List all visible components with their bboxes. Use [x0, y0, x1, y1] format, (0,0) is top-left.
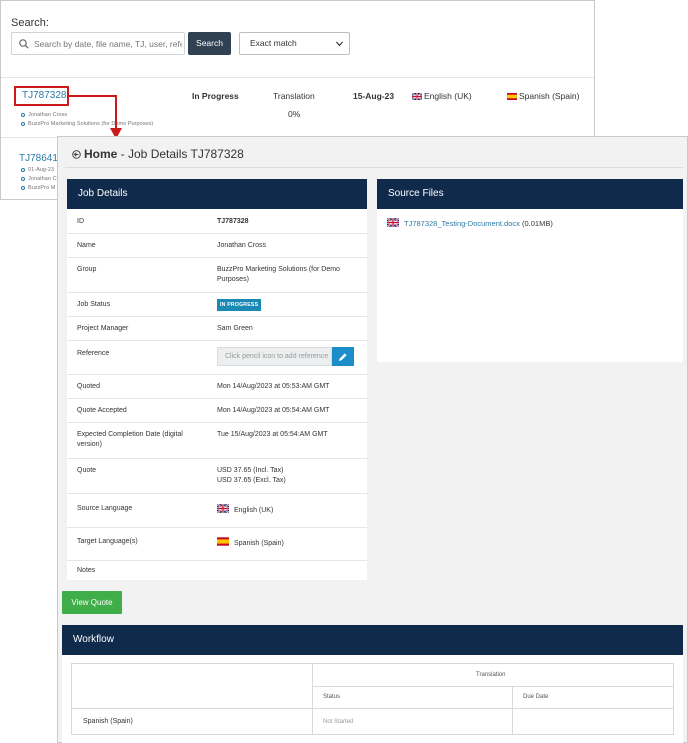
search-button[interactable]: Search	[188, 32, 231, 55]
detail-row-quoted: Quoted Mon 14/Aug/2023 at 05:53:AM GMT	[67, 375, 367, 399]
workflow-col-due-date: Due Date	[523, 694, 549, 700]
detail-row-quote-accepted: Quote Accepted Mon 14/Aug/2023 at 05:54:…	[67, 399, 367, 423]
spain-flag-icon	[507, 93, 517, 101]
job-id-link[interactable]: TJ78641	[19, 153, 58, 164]
workflow-row-status: Not Started	[323, 719, 354, 725]
source-file-link[interactable]: TJ787328_Testing-Document.docx	[404, 219, 520, 228]
bullet-icon	[21, 185, 25, 190]
chevron-down-icon	[336, 41, 343, 47]
workflow-group-header: Translation	[476, 672, 506, 678]
match-mode-select[interactable]: Exact match	[239, 32, 350, 55]
job-details-header: Job Details	[67, 179, 367, 209]
detail-row-group: Group BuzzPro Marketing Solutions (for D…	[67, 258, 367, 293]
job-status: In Progress	[192, 91, 239, 101]
detail-row-name: Name Jonathan Cross	[67, 234, 367, 258]
detail-row-completion-date: Expected Completion Date (digital versio…	[67, 423, 367, 459]
back-arrow-icon[interactable]	[72, 150, 81, 159]
bullet-icon	[21, 167, 25, 172]
divider	[1, 77, 594, 78]
detail-row-id: ID TJ787328	[67, 209, 367, 234]
source-file-item: TJ787328_Testing-Document.docx (0.01MB)	[387, 218, 553, 228]
job-meta-group: BuzzPro M	[21, 185, 55, 191]
match-mode-value: Exact match	[250, 38, 297, 48]
spain-flag-icon	[217, 537, 229, 546]
job-date: 15-Aug-23	[353, 91, 395, 101]
table-divider	[512, 686, 513, 734]
divider	[65, 167, 683, 168]
status-badge: IN PROGRESS	[217, 299, 262, 311]
uk-flag-icon	[387, 218, 399, 227]
job-details-card: ID TJ787328 Name Jonathan Cross Group Bu…	[67, 209, 367, 580]
search-icon	[19, 39, 29, 49]
job-target-language: Spanish (Spain)	[507, 91, 579, 101]
detail-row-source-language: Source Language English (UK)	[67, 494, 367, 528]
bullet-icon	[21, 121, 25, 126]
workflow-row-language: Spanish (Spain)	[83, 718, 133, 725]
detail-row-target-language: Target Language(s) Spanish (Spain)	[67, 528, 367, 561]
search-label: Search:	[11, 17, 49, 29]
uk-flag-icon	[217, 504, 229, 513]
breadcrumb-current: - Job Details TJ787328	[117, 147, 244, 161]
search-input[interactable]	[34, 33, 182, 54]
table-divider	[312, 686, 673, 687]
job-source-language: English (UK)	[412, 91, 472, 101]
detail-row-notes: Notes	[77, 567, 96, 574]
workflow-table: Translation Status Due Date Spanish (Spa…	[71, 663, 674, 735]
workflow-col-status: Status	[323, 694, 341, 700]
page-title: Home - Job Details TJ787328	[72, 147, 244, 161]
search-box[interactable]	[11, 32, 185, 55]
pencil-icon	[339, 353, 347, 361]
detail-row-status: Job Status IN PROGRESS	[67, 293, 367, 317]
highlight-box	[14, 86, 69, 106]
view-quote-button[interactable]: View Quote	[62, 591, 122, 614]
table-divider	[72, 708, 673, 709]
job-details-panel: Home - Job Details TJ787328 Job Details …	[57, 136, 688, 743]
source-files-card	[377, 209, 683, 362]
detail-row-project-manager: Project Manager Sam Green	[67, 317, 367, 341]
edit-reference-button[interactable]	[332, 347, 354, 366]
reference-input[interactable]: Click pencil icon to add reference	[217, 347, 332, 366]
workflow-header: Workflow	[62, 625, 683, 655]
job-meta-group: BuzzPro Marketing Solutions (for Demo Pu…	[21, 121, 153, 127]
job-service: Translation	[273, 91, 315, 101]
source-file-size: (0.01MB)	[519, 219, 553, 228]
breadcrumb-home[interactable]: Home	[84, 147, 117, 161]
bullet-icon	[21, 176, 25, 181]
job-meta-user: Jonathan Cross	[21, 112, 67, 118]
job-meta-date: 01-Aug-23	[21, 167, 54, 173]
job-meta-user: Jonathan C	[21, 176, 57, 182]
table-divider	[312, 664, 313, 734]
job-progress: 0%	[288, 109, 301, 119]
uk-flag-icon	[412, 93, 422, 101]
bullet-icon	[21, 112, 25, 117]
source-files-header: Source Files	[377, 179, 683, 209]
detail-row-quote: Quote USD 37.65 (Incl. Tax) USD 37.65 (E…	[67, 459, 367, 494]
detail-row-reference: Reference Click pencil icon to add refer…	[67, 341, 367, 375]
